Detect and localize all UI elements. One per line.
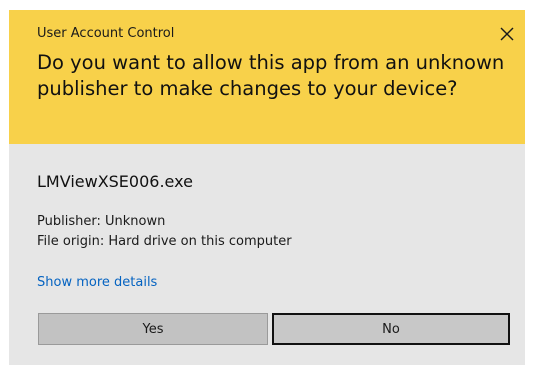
- show-more-details-link[interactable]: Show more details: [37, 274, 157, 292]
- dialog-question: Do you want to allow this app from an un…: [37, 51, 505, 100]
- no-button[interactable]: No: [272, 313, 510, 345]
- yes-button[interactable]: Yes: [38, 313, 268, 345]
- uac-dialog: User Account Control Do you want to allo…: [9, 10, 525, 365]
- close-button[interactable]: [497, 24, 517, 44]
- file-origin-info: File origin: Hard drive on this computer: [37, 234, 292, 249]
- close-icon: [500, 27, 514, 41]
- app-name: LMViewXSE006.exe: [37, 172, 193, 191]
- dialog-caption: User Account Control: [37, 26, 175, 41]
- publisher-info: Publisher: Unknown: [37, 214, 166, 229]
- dialog-header: User Account Control Do you want to allo…: [9, 10, 525, 144]
